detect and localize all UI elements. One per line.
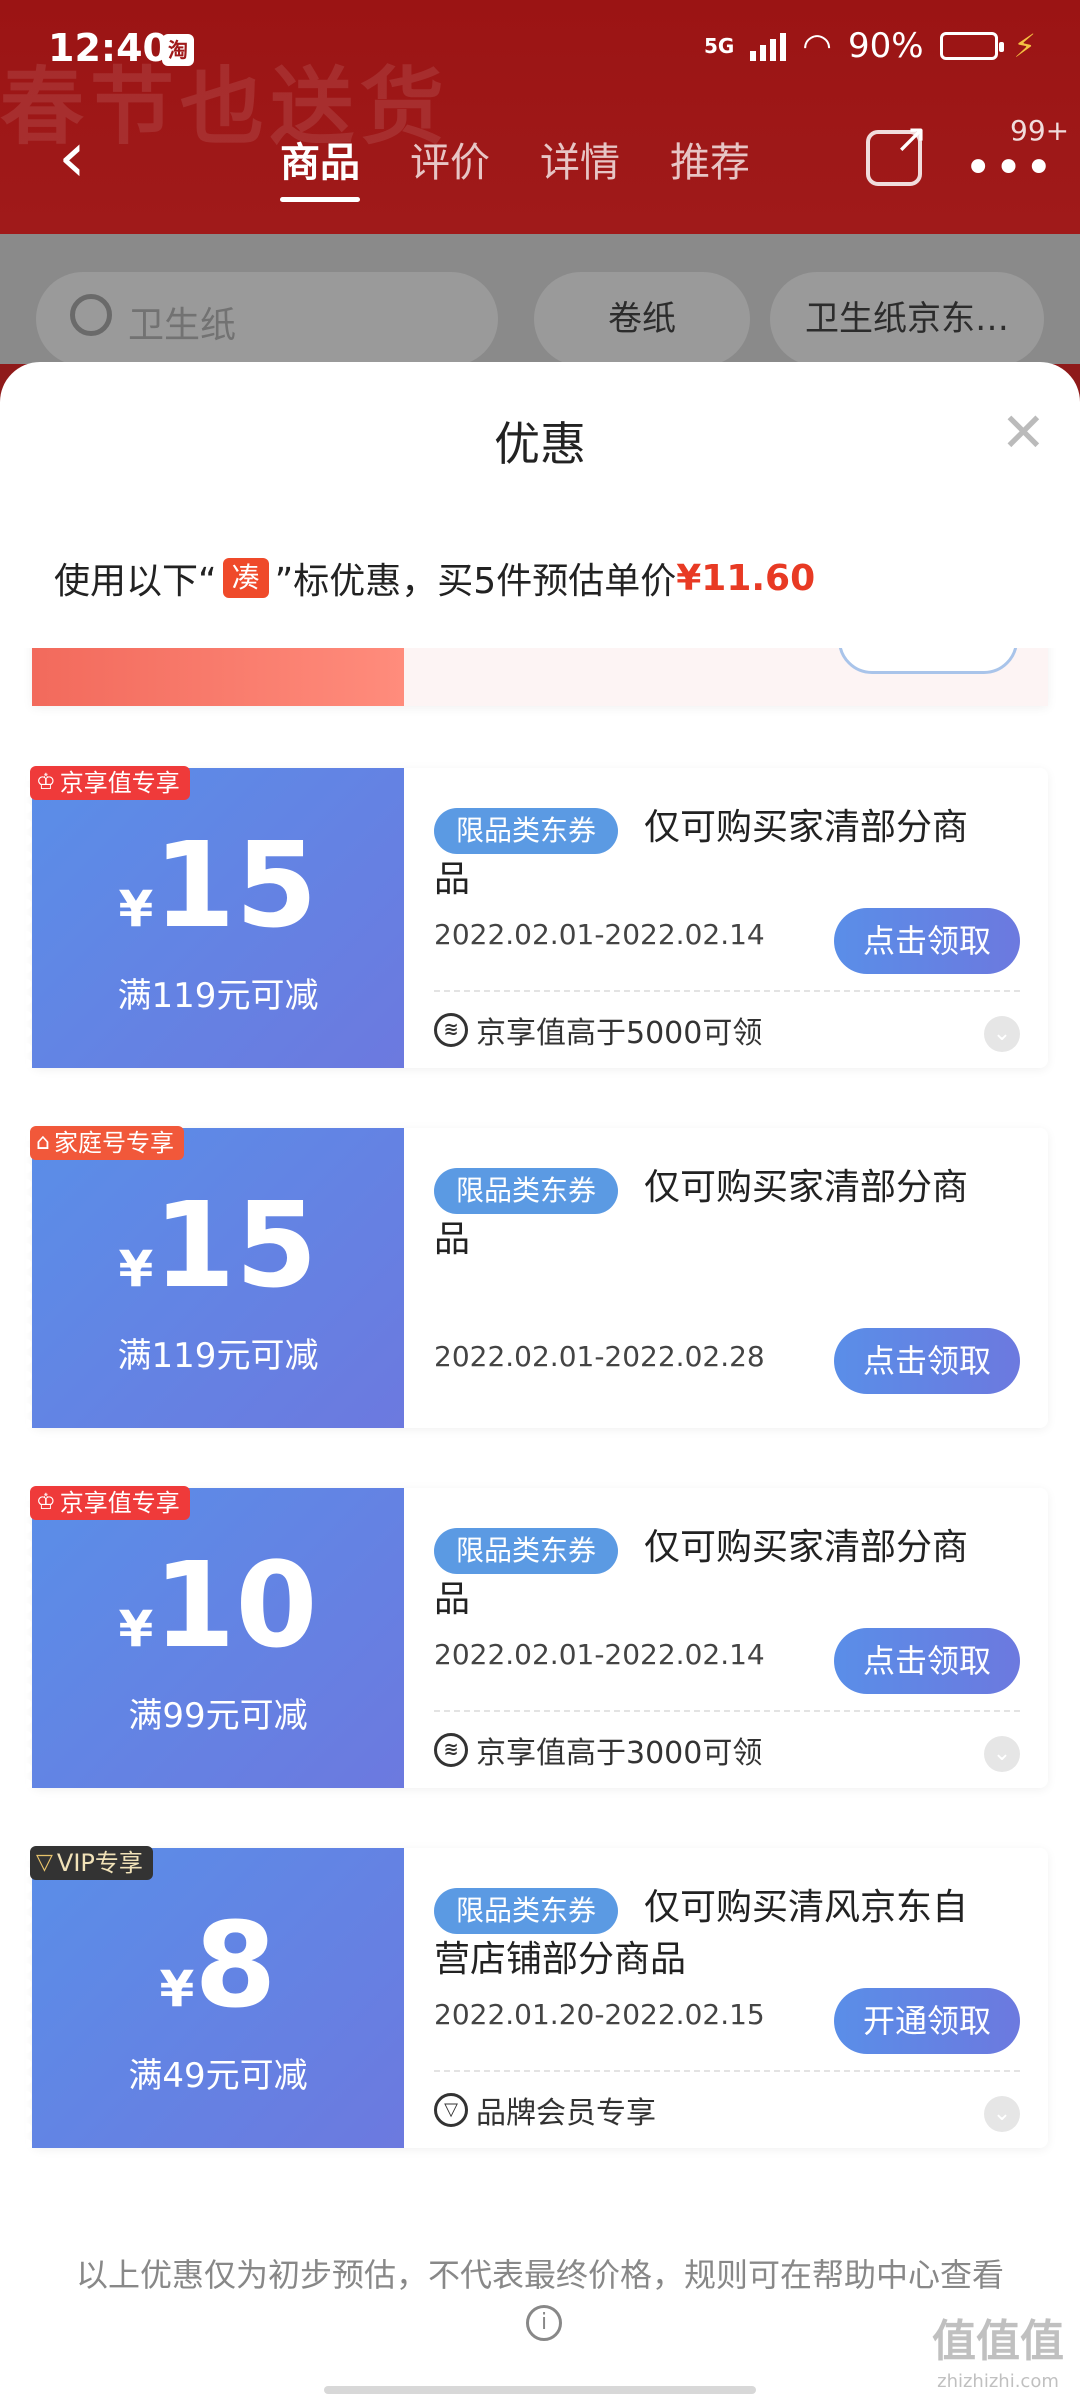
vip-icon: ▽ [36,1850,53,1875]
wifi-icon: ◠ [802,26,832,66]
message-count-badge: 99+ [1010,114,1070,147]
expand-icon[interactable]: ⌄ [984,1736,1020,1772]
search-chip[interactable]: 卷纸 [534,272,750,366]
claim-button[interactable]: 点击领取 [834,908,1020,974]
info-icon[interactable]: i [526,2305,562,2341]
coupon-value-panel: ¥15 满119元可减 [26,1128,404,1428]
status-bar: 12:40 淘 5G ◠ 90% ⚡ [0,0,1080,100]
disclaimer: 以上优惠仅为初步预估，不代表最终价格，规则可在帮助中心查看 i [60,2252,1020,2344]
coupon-requirement: ▽ 品牌会员专享 [434,2088,656,2132]
coupon-value-panel: ¥8 满49元可减 [26,1848,404,2148]
sheet-title: 优惠 [494,417,586,471]
back-button[interactable]: ‹ [58,122,86,192]
search-placeholder: 卫生纸 [128,305,237,346]
coupon-condition: 满49元可减 [128,2056,308,2096]
tab-recommend[interactable]: 推荐 [670,130,750,202]
network-label: 5G [703,34,735,58]
watermark-logo: 值值值 zhizhizhi.com [932,2316,1064,2393]
coupon-date: 2022.02.01-2022.02.28 [434,1340,765,1373]
cou-badge: 凑 [222,558,269,598]
coupon-type-pill: 限品类东券 [434,1888,619,1934]
coupon-condition: 满119元可减 [117,976,319,1016]
status-time: 12:40 [48,26,169,70]
coupon-list[interactable]: ¥15 满119元可减 ♔ 京享值专享 仅可购买家清部分商品 限品类东券 2022… [0,648,1080,2178]
nav-tabs: 商品 评价 详情 推荐 [280,130,750,202]
discount-summary: 使用以下“ 凑 ”标优惠，买5件预估单价 ¥11.60 [54,552,815,604]
close-button[interactable]: ✕ [1001,406,1046,460]
charging-icon: ⚡ [1013,27,1036,65]
more-button[interactable]: ••• [964,140,1055,196]
coupon-amount: ¥15 [118,816,318,954]
coupon-date: 2022.02.01-2022.02.14 [434,1638,765,1671]
applicable-products-button[interactable] [838,648,1018,674]
claim-button[interactable]: 点击领取 [834,1628,1020,1694]
coupon-date: 2022.02.01-2022.02.14 [434,918,765,951]
coupon-card: ¥15 满119元可减 ♔ 京享值专享 仅可购买家清部分商品 限品类东券 2022… [26,766,1048,1068]
tab-reviews[interactable]: 评价 [410,130,490,202]
coupon-amount: ¥10 [118,1536,318,1674]
jingxiang-icon: ≋ [434,1013,468,1047]
coupon-date: 2022.01.20-2022.02.15 [434,1998,765,2031]
coupon-tag: ▽ VIP专享 [30,1846,153,1880]
coupon-condition: 满119元可减 [117,1336,319,1376]
coupon-card: ¥10 满99元可减 ♔ 京享值专享 仅可购买家清部分商品 限品类东券 2022.… [26,1486,1048,1788]
tab-product[interactable]: 商品 [280,130,360,202]
disclaimer-text: 以上优惠仅为初步预估，不代表最终价格，规则可在帮助中心查看 [75,2256,1004,2294]
award-icon: ♔ [36,770,56,795]
home-icon: ⌂ [36,1130,50,1155]
coupon-tag: ⌂ 家庭号专享 [30,1126,184,1160]
estimated-unit-price: ¥11.60 [676,557,816,599]
coupon-tag: ♔ 京享值专享 [30,766,190,800]
signal-icon [750,31,787,61]
coupon-value-panel: ¥10 满99元可减 [26,1488,404,1788]
summary-suffix: ”标优惠，买5件预估单价 [274,561,677,602]
tab-details[interactable]: 详情 [540,130,620,202]
expand-icon[interactable]: ⌄ [984,1016,1020,1052]
nav-bar: ‹ 商品 评价 详情 推荐 ••• 99+ [0,100,1080,234]
home-indicator[interactable] [324,2386,756,2394]
coupon-amount: ¥15 [118,1176,318,1314]
coupon-card: ¥8 满49元可减 ▽ VIP专享 仅可购买清风京东自营店铺部分商品 限品类东券 … [26,1846,1048,2148]
search-icon [70,294,112,336]
coupon-condition: 满99元可减 [128,1696,308,1736]
activate-claim-button[interactable]: 开通领取 [834,1988,1020,2054]
coupon-card-partial [32,648,1048,706]
brand-member-icon: ▽ [434,2093,468,2127]
discount-sheet: 优惠 ✕ 使用以下“ 凑 ”标优惠，买5件预估单价 ¥11.60 ¥15 满11… [0,362,1080,2400]
award-icon: ♔ [36,1490,56,1515]
coupon-type-pill: 限品类东券 [434,808,619,854]
coupon-card: ¥15 满119元可减 ⌂ 家庭号专享 仅可购买家清部分商品 限品类东券 2022… [26,1126,1048,1428]
search-chip[interactable]: 卫生纸京东… [770,272,1044,366]
claim-button[interactable]: 点击领取 [834,1328,1020,1394]
coupon-requirement: ≋ 京享值高于3000可领 [434,1728,762,1772]
coupon-amount: ¥8 [159,1896,277,2034]
status-indicators: 5G ◠ 90% ⚡ [704,26,1036,66]
battery-icon [939,32,1004,60]
coupon-tag: ♔ 京享值专享 [30,1486,190,1520]
coupon-type-pill: 限品类东券 [434,1168,619,1214]
share-button[interactable] [866,116,928,186]
expand-icon[interactable]: ⌄ [984,2096,1020,2132]
coupon-requirement: ≋ 京享值高于5000可领 [434,1008,762,1052]
battery-percent: 90% [847,26,924,66]
summary-prefix: 使用以下“ [54,561,217,602]
coupon-value-panel: ¥15 满119元可减 [26,768,404,1068]
taobao-notification-icon: 淘 [162,34,194,66]
coupon-type-pill: 限品类东券 [434,1528,619,1574]
search-input[interactable]: 卫生纸 [36,272,498,366]
jingxiang-icon: ≋ [434,1733,468,1767]
product-page-header: 春节也送货 12:40 淘 5G ◠ 90% ⚡ ‹ 商品 评价 详情 推荐 •… [0,0,1080,234]
